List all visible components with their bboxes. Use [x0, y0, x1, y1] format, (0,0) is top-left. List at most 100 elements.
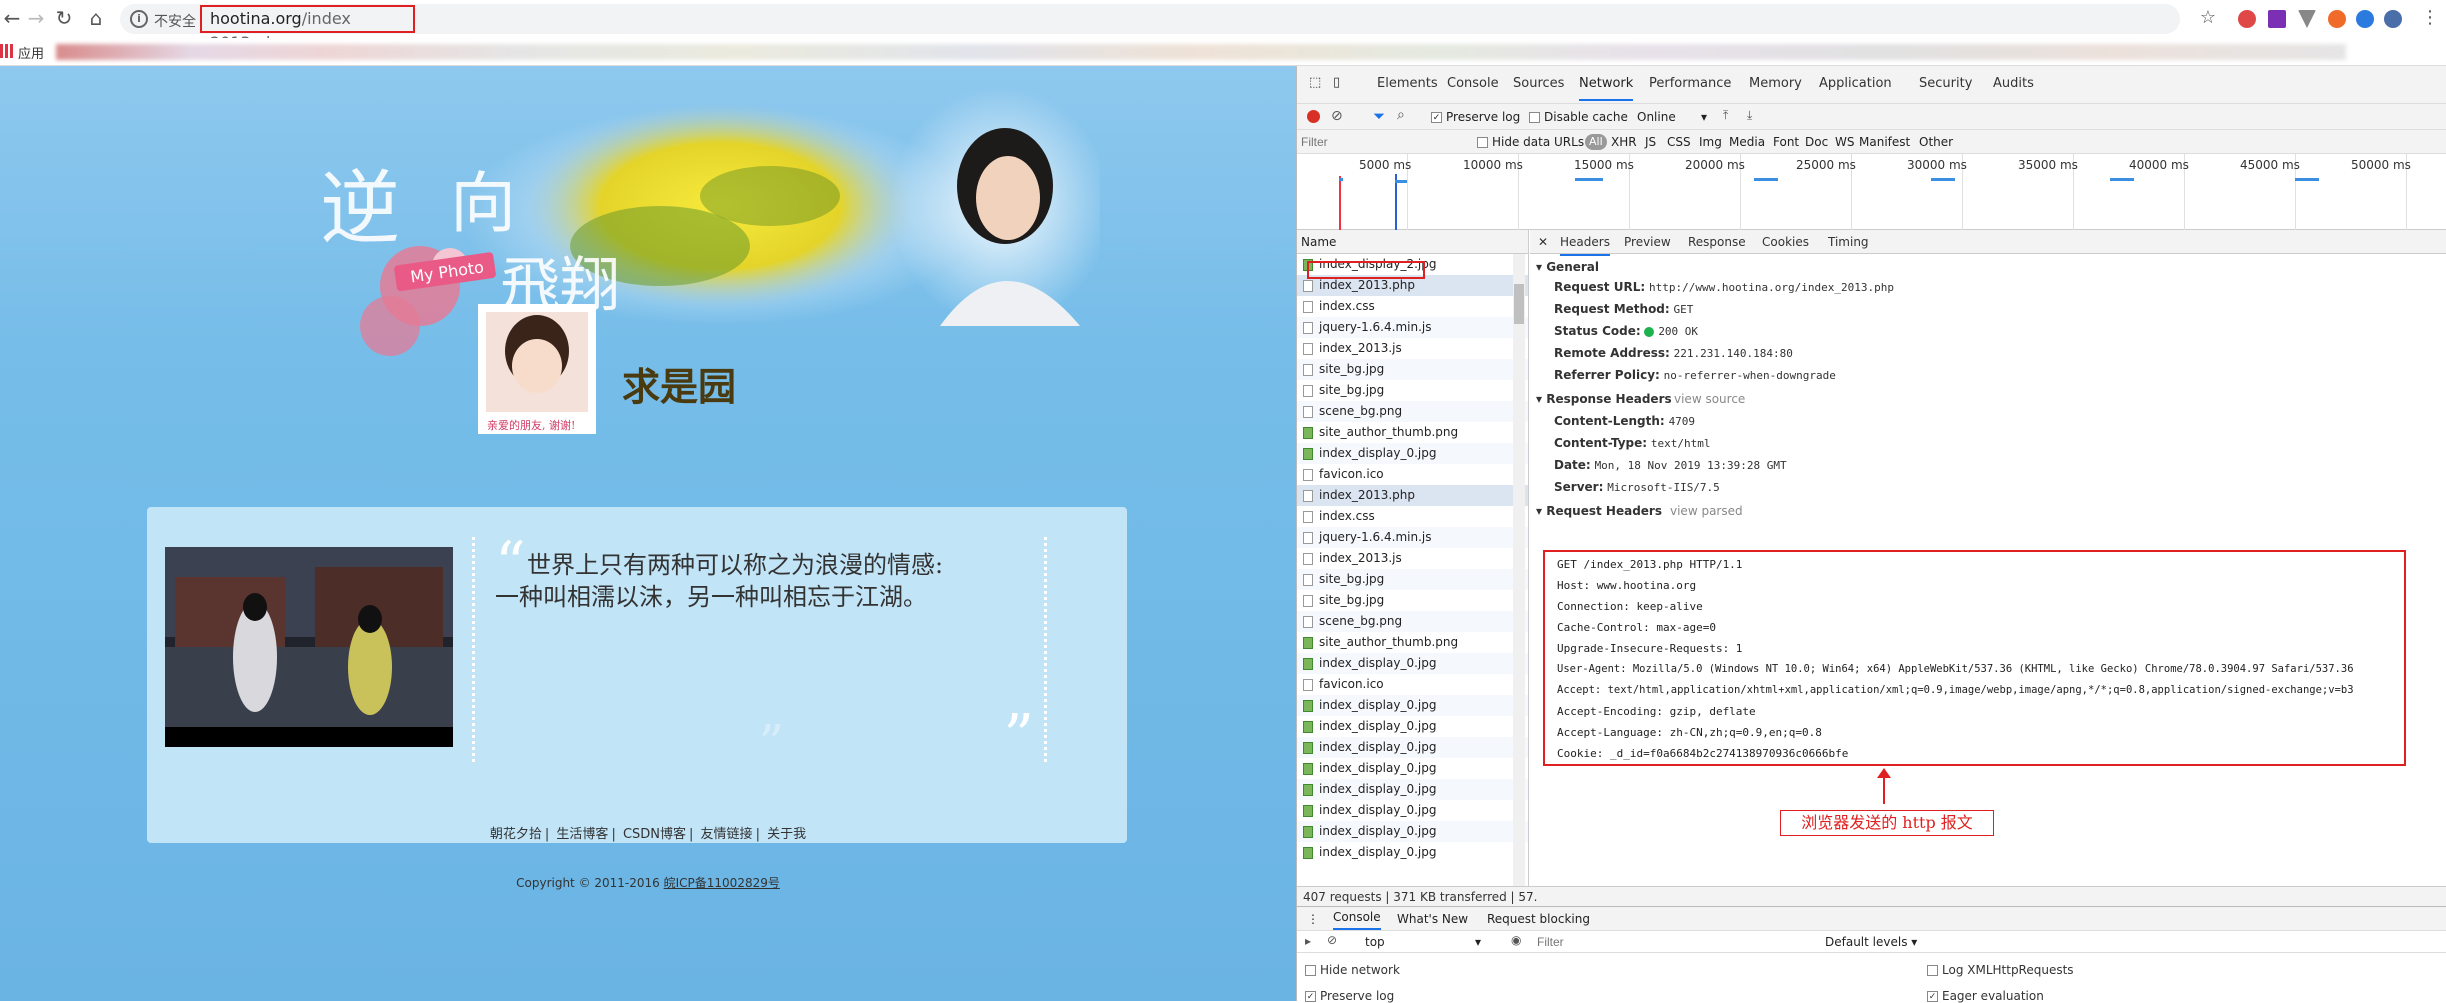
- tab-performance[interactable]: Performance: [1649, 76, 1731, 91]
- type-filter-manifest[interactable]: Manifest: [1859, 135, 1910, 149]
- request-row[interactable]: jquery-1.6.4.min.js: [1297, 317, 1528, 338]
- request-list-scrollbar[interactable]: [1513, 254, 1525, 886]
- tab-response[interactable]: Response: [1688, 230, 1746, 254]
- request-row[interactable]: index_2013.js: [1297, 548, 1528, 569]
- tab-application[interactable]: Application: [1819, 76, 1892, 91]
- type-filter-js[interactable]: JS: [1645, 135, 1656, 149]
- request-row[interactable]: index_display_0.jpg: [1297, 695, 1528, 716]
- response-headers-toggle[interactable]: ▾ Response Headers: [1536, 392, 1672, 406]
- request-row[interactable]: index_display_0.jpg: [1297, 737, 1528, 758]
- log-xhr-checkbox[interactable]: Log XMLHttpRequests: [1927, 963, 2074, 977]
- search-icon[interactable]: ⌕: [1397, 107, 1405, 123]
- network-overview-timeline[interactable]: 5000 ms 10000 ms 15000 ms 20000 ms 25000…: [1297, 154, 2446, 230]
- drawer-tab-request-blocking[interactable]: Request blocking: [1487, 907, 1590, 931]
- info-icon[interactable]: i: [130, 10, 148, 28]
- extension-icon-5[interactable]: [2356, 10, 2374, 28]
- extension-icon-4[interactable]: [2328, 10, 2346, 28]
- hide-network-checkbox[interactable]: Hide network: [1305, 963, 1400, 977]
- drawer-tab-console[interactable]: Console: [1333, 907, 1381, 930]
- address-bar[interactable]: i 不安全 hootina.org/index 2013.php: [120, 4, 2180, 52]
- request-row[interactable]: scene_bg.png: [1297, 611, 1528, 632]
- request-row[interactable]: site_bg.jpg: [1297, 590, 1528, 611]
- tab-memory[interactable]: Memory: [1749, 76, 1802, 91]
- request-row[interactable]: index_2013.php: [1297, 485, 1528, 506]
- extension-icon-2[interactable]: [2268, 10, 2286, 28]
- request-row[interactable]: index_2013.js: [1297, 338, 1528, 359]
- scrollbar-thumb[interactable]: [1514, 284, 1524, 324]
- request-row[interactable]: index_display_0.jpg: [1297, 758, 1528, 779]
- hide-data-urls-checkbox[interactable]: Hide data URLs: [1477, 135, 1584, 149]
- filter-icon[interactable]: ⏷: [1373, 107, 1385, 125]
- type-filter-media[interactable]: Media: [1729, 135, 1765, 149]
- general-section-toggle[interactable]: ▾ General: [1536, 260, 1599, 274]
- tab-security[interactable]: Security: [1919, 76, 1972, 91]
- request-row[interactable]: site_bg.jpg: [1297, 569, 1528, 590]
- view-parsed-link[interactable]: view parsed: [1670, 504, 1743, 518]
- inspect-icon[interactable]: ⬚: [1309, 75, 1321, 90]
- footer-link-0[interactable]: 朝花夕拾: [490, 827, 542, 842]
- extension-icon-1[interactable]: [2238, 10, 2256, 28]
- import-har-icon[interactable]: ⤒: [1723, 108, 1728, 123]
- tab-preview[interactable]: Preview: [1624, 230, 1671, 254]
- type-filter-xhr[interactable]: XHR: [1611, 135, 1637, 149]
- request-row[interactable]: index_display_0.jpg: [1297, 779, 1528, 800]
- footer-link-3[interactable]: 友情链接: [701, 827, 753, 842]
- eye-icon[interactable]: ◉: [1511, 933, 1521, 947]
- tab-timing[interactable]: Timing: [1828, 230, 1869, 254]
- view-source-link[interactable]: view source: [1674, 392, 1745, 406]
- tab-network[interactable]: Network: [1579, 76, 1634, 101]
- request-row[interactable]: index_display_0.jpg: [1297, 443, 1528, 464]
- request-row[interactable]: index_display_0.jpg: [1297, 842, 1528, 863]
- throttle-select[interactable]: Online ▾: [1637, 110, 1709, 124]
- record-icon[interactable]: [1307, 110, 1320, 123]
- request-row[interactable]: site_bg.jpg: [1297, 380, 1528, 401]
- forward-icon[interactable]: →: [24, 6, 48, 30]
- type-filter-img[interactable]: Img: [1699, 135, 1722, 149]
- type-filter-doc[interactable]: Doc: [1805, 135, 1828, 149]
- request-row[interactable]: favicon.ico: [1297, 464, 1528, 485]
- export-har-icon[interactable]: ⤓: [1747, 108, 1752, 123]
- type-filter-font[interactable]: Font: [1773, 135, 1799, 149]
- request-row[interactable]: index_display_0.jpg: [1297, 716, 1528, 737]
- device-toggle-icon[interactable]: ▯: [1333, 75, 1340, 90]
- network-filter-input[interactable]: [1301, 133, 1465, 151]
- tab-cookies[interactable]: Cookies: [1762, 230, 1809, 254]
- close-detail-icon[interactable]: ✕: [1538, 230, 1548, 254]
- tab-headers[interactable]: Headers: [1560, 230, 1610, 256]
- type-filter-all[interactable]: All: [1585, 134, 1607, 150]
- request-row[interactable]: index.css: [1297, 506, 1528, 527]
- request-row[interactable]: jquery-1.6.4.min.js: [1297, 527, 1528, 548]
- request-row[interactable]: site_author_thumb.png: [1297, 632, 1528, 653]
- drawer-menu-icon[interactable]: ⋮: [1307, 907, 1319, 931]
- apps-label[interactable]: 应用: [18, 43, 44, 62]
- console-filter-input[interactable]: [1537, 934, 1797, 950]
- request-row[interactable]: favicon.ico: [1297, 674, 1528, 695]
- menu-icon[interactable]: ⋮: [2418, 6, 2442, 30]
- type-filter-css[interactable]: CSS: [1667, 135, 1691, 149]
- request-headers-toggle[interactable]: ▾ Request Headers: [1536, 504, 1662, 518]
- extension-icon-3[interactable]: [2298, 10, 2316, 28]
- log-levels-select[interactable]: Default levels ▾: [1825, 935, 1917, 949]
- preserve-log-checkbox[interactable]: ✓ Preserve log: [1431, 110, 1520, 124]
- footer-link-1[interactable]: 生活博客: [556, 827, 608, 842]
- drawer-tab-whats-new[interactable]: What's New: [1397, 907, 1468, 931]
- request-row[interactable]: index_display_0.jpg: [1297, 653, 1528, 674]
- tab-console[interactable]: Console: [1447, 76, 1499, 91]
- back-icon[interactable]: ←: [0, 6, 24, 30]
- disable-cache-checkbox[interactable]: Disable cache: [1529, 110, 1628, 124]
- tab-sources[interactable]: Sources: [1513, 76, 1564, 91]
- type-filter-other[interactable]: Other: [1919, 135, 1953, 149]
- request-row[interactable]: index_display_0.jpg: [1297, 821, 1528, 842]
- request-row[interactable]: scene_bg.png: [1297, 401, 1528, 422]
- clear-console-icon[interactable]: ⊘: [1327, 933, 1337, 947]
- bookmark-star-icon[interactable]: ☆: [2196, 6, 2220, 30]
- clear-icon[interactable]: ⊘: [1331, 108, 1343, 124]
- request-row[interactable]: site_author_thumb.png: [1297, 422, 1528, 443]
- tab-audits[interactable]: Audits: [1993, 76, 2034, 91]
- request-row[interactable]: index_display_0.jpg: [1297, 800, 1528, 821]
- icp-link[interactable]: 皖ICP备11002829号: [664, 876, 780, 890]
- home-icon[interactable]: ⌂: [84, 6, 108, 30]
- sidebar-toggle-icon[interactable]: ▸: [1305, 934, 1311, 948]
- url-field[interactable]: hootina.org/index 2013.php: [200, 5, 415, 52]
- footer-link-4[interactable]: 关于我: [767, 827, 806, 842]
